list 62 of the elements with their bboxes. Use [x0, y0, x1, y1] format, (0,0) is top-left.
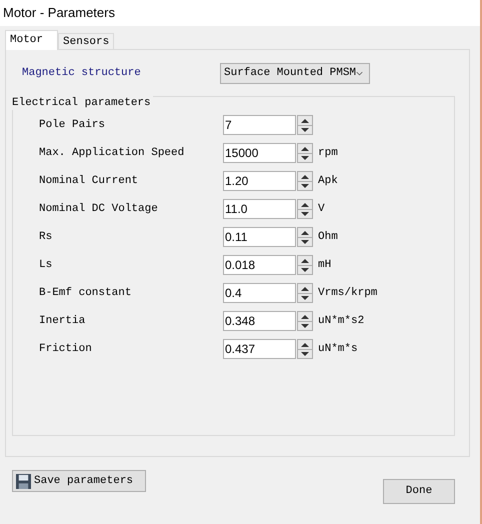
- number-field[interactable]: 11.0: [223, 199, 296, 219]
- up-arrow-icon: [301, 259, 309, 263]
- up-arrow-icon: [301, 203, 309, 207]
- down-arrow-icon: [301, 268, 309, 272]
- down-arrow-icon: [301, 184, 309, 188]
- field-label: Max. Application Speed: [39, 146, 186, 161]
- unit-label: uN*m*s: [318, 342, 358, 357]
- up-arrow-icon: [301, 147, 309, 151]
- spin-buttons[interactable]: [297, 283, 313, 303]
- down-arrow-icon: [301, 352, 309, 356]
- field-label: Inertia: [39, 314, 86, 329]
- number-field[interactable]: 15000: [223, 143, 296, 163]
- field-label: Friction: [39, 342, 93, 357]
- field-label: Ls: [39, 258, 54, 273]
- number-field[interactable]: 0.348: [223, 311, 296, 331]
- number-field[interactable]: 1.20: [223, 171, 296, 191]
- spin-buttons[interactable]: [297, 199, 313, 219]
- spin-buttons[interactable]: [297, 255, 313, 275]
- tab[interactable]: Sensors: [58, 33, 114, 50]
- field-label: B-Emf constant: [39, 286, 132, 301]
- spin-buttons[interactable]: [297, 171, 313, 191]
- number-field[interactable]: 0.11: [223, 227, 296, 247]
- unit-label: Apk: [318, 174, 338, 189]
- number-field[interactable]: 7: [223, 115, 296, 135]
- field-label: Nominal DC Voltage: [39, 202, 159, 217]
- spin-buttons[interactable]: [297, 339, 313, 359]
- spin-buttons[interactable]: [297, 311, 313, 331]
- unit-label: V: [318, 202, 325, 217]
- number-field[interactable]: 0.018: [223, 255, 296, 275]
- done-button[interactable]: Done: [383, 479, 455, 504]
- down-arrow-icon: [301, 240, 309, 244]
- up-arrow-icon: [301, 175, 309, 179]
- down-arrow-icon: [301, 156, 309, 160]
- field-label: Pole Pairs: [39, 118, 106, 133]
- unit-label: rpm: [318, 146, 338, 161]
- up-arrow-icon: [301, 287, 309, 291]
- down-arrow-icon: [301, 296, 309, 300]
- up-arrow-icon: [301, 343, 309, 347]
- dropdown[interactable]: Surface Mounted PMSM: [220, 62, 370, 84]
- chevron-down-icon: [356, 70, 363, 76]
- down-arrow-icon: [301, 128, 309, 132]
- window-title: Motor - Parameters: [3, 4, 115, 22]
- up-arrow-icon: [301, 119, 309, 123]
- field-label: Nominal Current: [39, 174, 140, 189]
- unit-label: Ohm: [318, 230, 338, 245]
- spin-buttons[interactable]: [297, 115, 313, 135]
- down-arrow-icon: [301, 324, 309, 328]
- tab[interactable]: Motor: [5, 30, 58, 50]
- unit-label: mH: [318, 258, 332, 273]
- group-title: Electrical parameters: [12, 96, 153, 110]
- number-field[interactable]: 0.4: [223, 283, 296, 303]
- spin-buttons[interactable]: [297, 143, 313, 163]
- unit-label: Vrms/krpm: [318, 286, 378, 301]
- spin-buttons[interactable]: [297, 227, 313, 247]
- number-field[interactable]: 0.437: [223, 339, 296, 359]
- field-label: Magnetic structure: [22, 66, 142, 81]
- save-button[interactable]: Save parameters: [12, 470, 146, 492]
- up-arrow-icon: [301, 231, 309, 235]
- up-arrow-icon: [301, 315, 309, 319]
- unit-label: uN*m*s2: [318, 314, 364, 329]
- field-label: Rs: [39, 230, 54, 245]
- down-arrow-icon: [301, 212, 309, 216]
